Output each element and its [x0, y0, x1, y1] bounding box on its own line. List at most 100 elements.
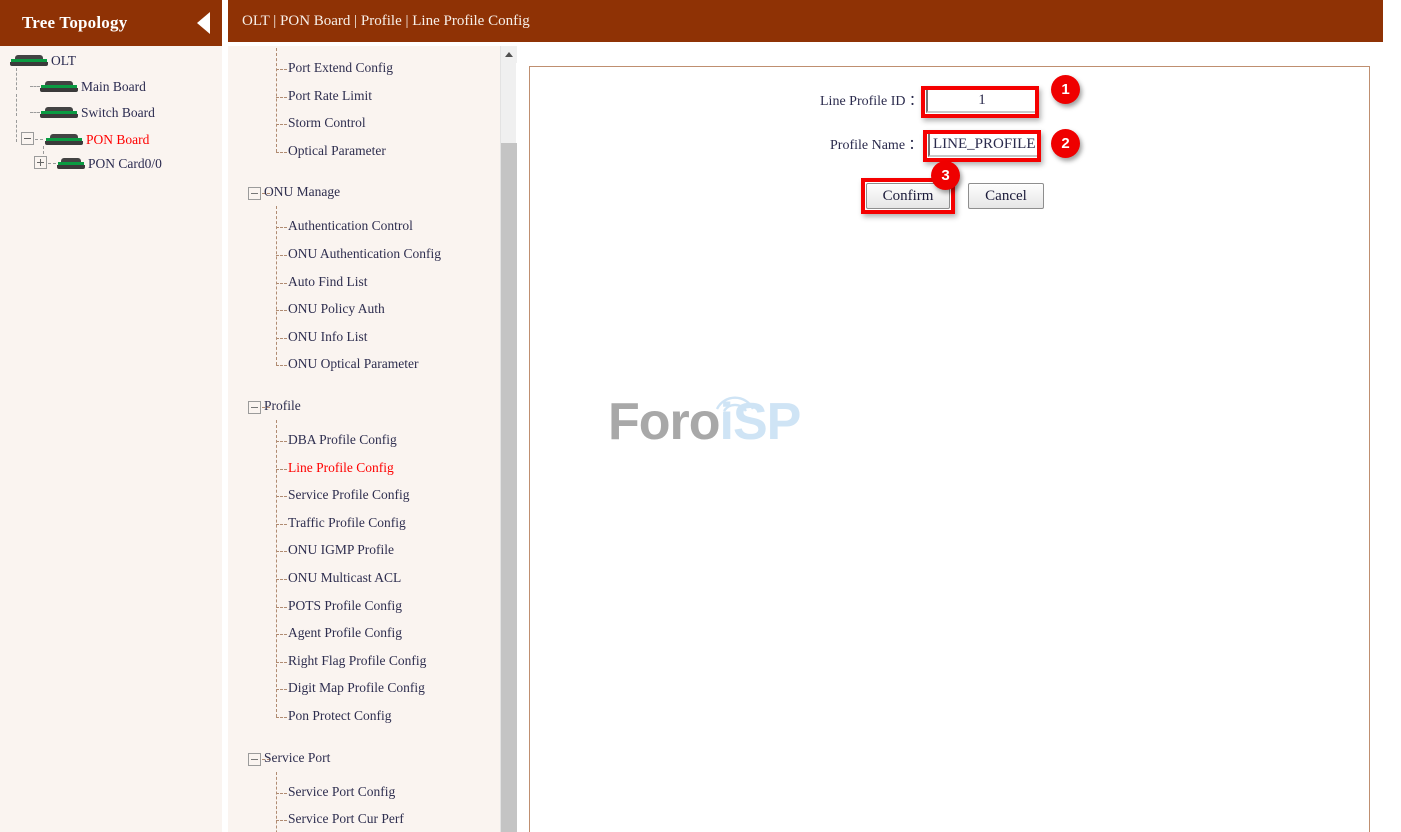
nav-connector — [276, 96, 287, 98]
nav-connector — [276, 337, 287, 339]
nav-connector — [276, 206, 277, 366]
nav-connector — [276, 634, 287, 636]
tree-node-label: OLT — [51, 53, 77, 68]
tree-expander-minus-pon-board[interactable] — [21, 132, 34, 145]
nav-connector — [276, 255, 287, 256]
nav-connector — [276, 496, 287, 498]
content-panel: Line Profile ID ： 1 Profile Name ： 2 Con… — [529, 66, 1370, 832]
nav-group-service-port[interactable]: Service Port — [264, 750, 330, 766]
nav-connector — [276, 717, 287, 718]
tree-node-label: PON Card0/0 — [88, 156, 162, 171]
tree-node-switch-board[interactable]: Switch Board — [40, 104, 155, 122]
nav-item-right-flag-profile-config[interactable]: Right Flag Profile Config — [288, 653, 426, 669]
nav-connector — [276, 661, 287, 663]
line-profile-id-label: Line Profile ID ： — [820, 94, 924, 109]
nav-connector — [276, 48, 277, 152]
tree-node-label: Main Board — [81, 79, 146, 94]
tree-node-label: PON Board — [86, 132, 150, 147]
tree-node-pon-card[interactable]: PON Card0/0 — [57, 155, 162, 173]
nav-item-onu-policy-auth[interactable]: ONU Policy Auth — [288, 301, 385, 317]
tree-node-pon-board[interactable]: PON Board — [45, 131, 149, 149]
nav-group-profile[interactable]: Profile — [264, 398, 301, 414]
tree-expander-plus-pon-card[interactable] — [34, 156, 47, 169]
tree-topology-body: OLT Main Board Switch Board PON Board PO… — [0, 46, 222, 832]
nav-item-onu-optical-parameter[interactable]: ONU Optical Parameter — [288, 356, 418, 372]
nav-connector — [276, 792, 287, 794]
tree-connector — [30, 112, 40, 113]
nav-item-digit-map-profile-config[interactable]: Digit Map Profile Config — [288, 680, 425, 696]
nav-item-authentication-control[interactable]: Authentication Control — [288, 218, 413, 234]
nav-connector — [276, 820, 287, 822]
line-profile-id-row: Line Profile ID ： — [820, 87, 1038, 113]
nav-connector — [276, 771, 277, 832]
tree-connector — [16, 94, 17, 116]
nav-connector — [276, 365, 287, 367]
nav-connector — [276, 151, 287, 153]
nav-item-traffic-profile-config[interactable]: Traffic Profile Config — [288, 515, 406, 531]
nav-group-onu-manage[interactable]: ONU Manage — [264, 184, 340, 200]
nav-connector — [276, 606, 287, 608]
line-profile-form: Line Profile ID ： 1 Profile Name ： 2 Con… — [530, 67, 1369, 237]
nav-connector — [276, 124, 287, 126]
nav-connector — [276, 441, 287, 442]
watermark-text-foro: Foro — [608, 393, 721, 451]
nav-item-onu-info-list[interactable]: ONU Info List — [288, 329, 368, 345]
device-icon — [10, 55, 48, 67]
nav-connector — [276, 69, 287, 70]
nav-item-pots-profile-config[interactable]: POTS Profile Config — [288, 598, 402, 614]
nav-item-auto-find-list[interactable]: Auto Find List — [288, 274, 368, 290]
triangle-left-icon[interactable] — [197, 12, 210, 34]
nav-item-onu-authentication-config[interactable]: ONU Authentication Config — [288, 246, 441, 262]
nav-expander-profile[interactable] — [248, 401, 261, 414]
scroll-up-arrow-icon[interactable] — [501, 46, 517, 63]
device-icon — [40, 81, 78, 93]
nav-item-storm-control[interactable]: Storm Control — [288, 115, 366, 131]
tree-node-olt[interactable]: OLT — [10, 52, 76, 70]
nav-expander-onu-manage[interactable] — [248, 187, 261, 201]
annotation-badge-3: 3 — [931, 161, 960, 190]
navigation-scrollbar[interactable] — [500, 46, 517, 832]
profile-name-field[interactable] — [928, 131, 1040, 157]
nav-expander-service-port[interactable] — [248, 752, 261, 766]
nav-item-service-profile-config[interactable]: Service Profile Config — [288, 487, 409, 503]
nav-connector — [276, 420, 277, 717]
profile-name-row: Profile Name ： — [830, 131, 1040, 157]
nav-item-line-profile-config[interactable]: Line Profile Config — [288, 460, 394, 476]
tree-node-label: Switch Board — [81, 105, 155, 120]
application-window: Tree Topology OLT Main Board Switch Boar… — [0, 0, 1401, 832]
nav-item-port-rate-limit[interactable]: Port Rate Limit — [288, 88, 372, 104]
wifi-arcs-icon — [715, 396, 755, 412]
nav-item-port-extend-config[interactable]: Port Extend Config — [288, 60, 393, 76]
nav-connector — [276, 310, 287, 312]
profile-name-label: Profile Name ： — [830, 138, 923, 153]
navigation-menu-panel: Port Extend Config Port Rate Limit Storm C… — [228, 46, 514, 832]
tree-topology-title: Tree Topology — [22, 13, 128, 32]
tree-node-main-board[interactable]: Main Board — [40, 78, 146, 96]
nav-item-service-port-cur-perf[interactable]: Service Port Cur Perf — [288, 811, 404, 827]
line-profile-id-field[interactable] — [926, 87, 1038, 113]
nav-item-optical-parameter[interactable]: Optical Parameter — [288, 143, 386, 159]
annotation-badge-2: 2 — [1051, 129, 1080, 158]
breadcrumb: OLT | PON Board | Profile | Line Profile… — [242, 12, 530, 29]
nav-item-service-port-config[interactable]: Service Port Config — [288, 784, 395, 800]
nav-connector — [276, 551, 287, 553]
device-icon — [45, 134, 83, 146]
nav-connector — [276, 689, 287, 691]
nav-item-onu-igmp-profile[interactable]: ONU IGMP Profile — [288, 542, 394, 558]
nav-connector — [276, 523, 287, 525]
device-icon — [57, 158, 85, 170]
main-header-bar: OLT | PON Board | Profile | Line Profile… — [228, 0, 1383, 42]
cancel-button[interactable]: Cancel — [968, 183, 1044, 209]
nav-item-onu-multicast-acl[interactable]: ONU Multicast ACL — [288, 570, 401, 586]
foroisp-watermark: ForoiSP — [608, 377, 838, 467]
tree-connector — [48, 163, 56, 164]
tree-connector — [35, 139, 43, 140]
nav-connector — [276, 282, 287, 284]
scrollbar-thumb[interactable] — [501, 143, 517, 832]
tree-connector — [16, 68, 17, 90]
nav-item-dba-profile-config[interactable]: DBA Profile Config — [288, 432, 397, 448]
device-icon — [40, 107, 78, 119]
nav-item-agent-profile-config[interactable]: Agent Profile Config — [288, 625, 402, 641]
tree-topology-header: Tree Topology — [0, 0, 222, 46]
nav-item-pon-protect-config[interactable]: Pon Protect Config — [288, 708, 392, 724]
